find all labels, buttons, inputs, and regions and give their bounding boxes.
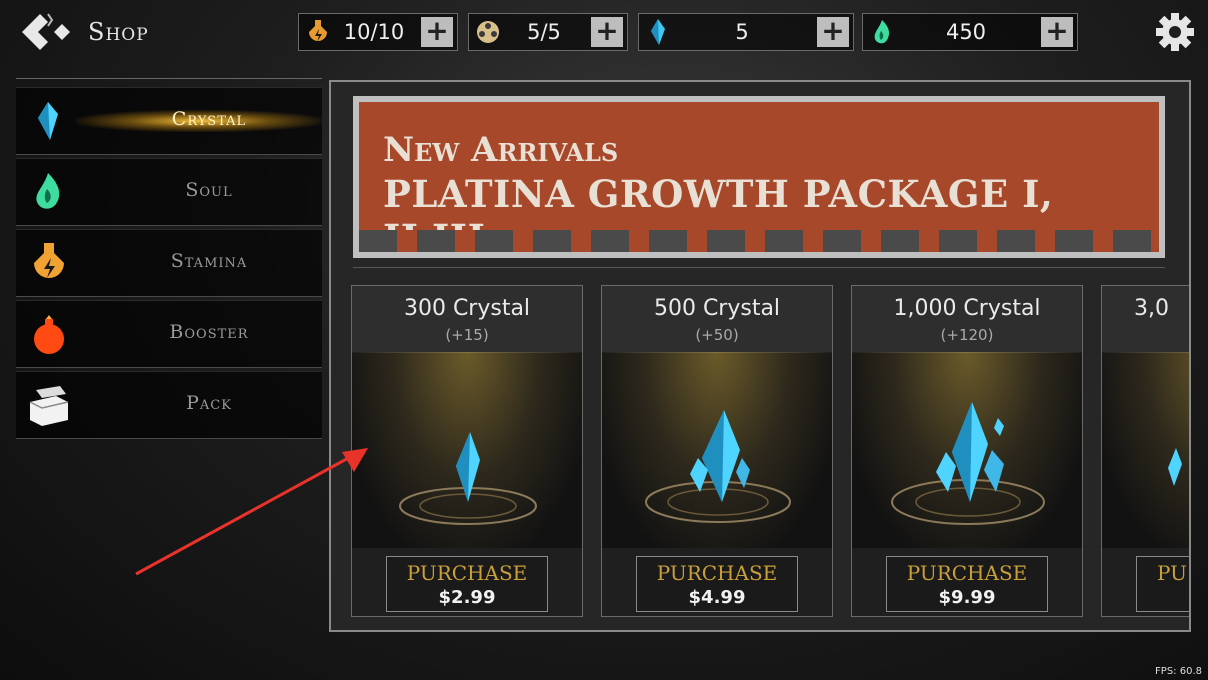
crystal-icon bbox=[891, 402, 1045, 525]
banner-battlement bbox=[359, 230, 1159, 252]
crystal-icon bbox=[645, 410, 791, 523]
sidebar-item-label: Pack bbox=[186, 392, 232, 414]
product-card[interactable]: 1,000 Crystal (+120) PURCHASE $9.99 bbox=[851, 285, 1083, 617]
purchase-button[interactable]: PU bbox=[1136, 556, 1189, 612]
product-amount: 1,000 Crystal bbox=[893, 296, 1041, 321]
product-card[interactable]: 500 Crystal (+50) PURCHASE $4.99 bbox=[601, 285, 833, 617]
add-soul-button[interactable]: + bbox=[1041, 17, 1073, 47]
stamina-counter: 10/10 + bbox=[298, 13, 458, 51]
product-price: $4.99 bbox=[688, 587, 746, 608]
annotation-arrow bbox=[135, 448, 368, 576]
sidebar-item-pack[interactable]: Pack bbox=[16, 371, 322, 439]
purchase-label: PURCHASE bbox=[406, 561, 528, 585]
product-price: $2.99 bbox=[438, 587, 496, 608]
sidebar-item-label: Crystal bbox=[171, 108, 247, 130]
product-bonus: (+15) bbox=[445, 326, 489, 344]
fps-counter: FPS: 60.8 bbox=[1155, 666, 1202, 677]
sidebar-item-soul[interactable]: Soul bbox=[16, 158, 322, 226]
shop-logo-icon bbox=[22, 13, 70, 50]
product-amount: 500 Crystal bbox=[653, 296, 781, 321]
add-ticket-button[interactable]: + bbox=[591, 17, 623, 47]
crystal-icon bbox=[651, 19, 665, 45]
add-stamina-button[interactable]: + bbox=[421, 17, 453, 47]
soul-value: 450 bbox=[945, 20, 987, 44]
category-sidebar: Crystal Soul Stamina Booster Pack bbox=[16, 78, 322, 442]
ticket-counter: 5/5 + bbox=[468, 13, 628, 51]
product-card[interactable]: 3,0 PU bbox=[1101, 285, 1189, 617]
soul-counter: 450 + bbox=[862, 13, 1078, 51]
sidebar-item-label: Stamina bbox=[170, 250, 248, 272]
crystal-icon bbox=[399, 432, 537, 525]
product-bonus: (+120) bbox=[940, 326, 994, 344]
purchase-button[interactable]: PURCHASE $9.99 bbox=[886, 556, 1048, 612]
sidebar-item-label: Booster bbox=[169, 321, 249, 343]
product-bonus: (+50) bbox=[695, 326, 739, 344]
shop-panel: New Arrivals PLATINA GROWTH PACKAGE I, I… bbox=[329, 80, 1191, 632]
crystal-icon bbox=[38, 102, 58, 140]
crystal-counter: 5 + bbox=[638, 13, 854, 51]
crystal-value: 5 bbox=[735, 20, 749, 44]
purchase-button[interactable]: PURCHASE $2.99 bbox=[386, 556, 548, 612]
ornamental-divider bbox=[353, 267, 1165, 280]
booster-bomb-icon bbox=[34, 315, 64, 354]
purchase-label: PURCHASE bbox=[906, 561, 1028, 585]
gear-icon[interactable] bbox=[1155, 12, 1195, 52]
purchase-label: PU bbox=[1157, 561, 1187, 585]
film-reel-icon bbox=[477, 21, 499, 43]
crystal-icon bbox=[1168, 448, 1182, 486]
stamina-potion-icon bbox=[34, 243, 64, 278]
pack-box-icon bbox=[29, 386, 69, 426]
soul-flame-icon bbox=[874, 20, 890, 44]
sidebar-ornament bbox=[16, 78, 322, 87]
product-card[interactable]: 300 Crystal (+15) PURCHASE $2.99 bbox=[351, 285, 583, 617]
product-amount: 3,0 bbox=[1134, 296, 1169, 321]
purchase-button[interactable]: PURCHASE $4.99 bbox=[636, 556, 798, 612]
page-title: Shop bbox=[88, 18, 149, 46]
sidebar-item-booster[interactable]: Booster bbox=[16, 300, 322, 368]
sidebar-item-stamina[interactable]: Stamina bbox=[16, 229, 322, 297]
product-amount: 300 Crystal bbox=[403, 296, 531, 321]
add-crystal-button[interactable]: + bbox=[817, 17, 849, 47]
banner-subtitle: New Arrivals bbox=[383, 130, 619, 170]
sidebar-item-label: Soul bbox=[185, 179, 233, 201]
soul-flame-icon bbox=[36, 173, 60, 209]
promo-banner[interactable]: New Arrivals PLATINA GROWTH PACKAGE I, I… bbox=[353, 96, 1165, 258]
sidebar-item-crystal[interactable]: Crystal bbox=[16, 87, 322, 155]
product-price: $9.99 bbox=[938, 587, 996, 608]
ticket-value: 5/5 bbox=[527, 20, 561, 44]
purchase-label: PURCHASE bbox=[656, 561, 778, 585]
stamina-potion-icon bbox=[309, 20, 327, 42]
stamina-value: 10/10 bbox=[343, 20, 405, 44]
